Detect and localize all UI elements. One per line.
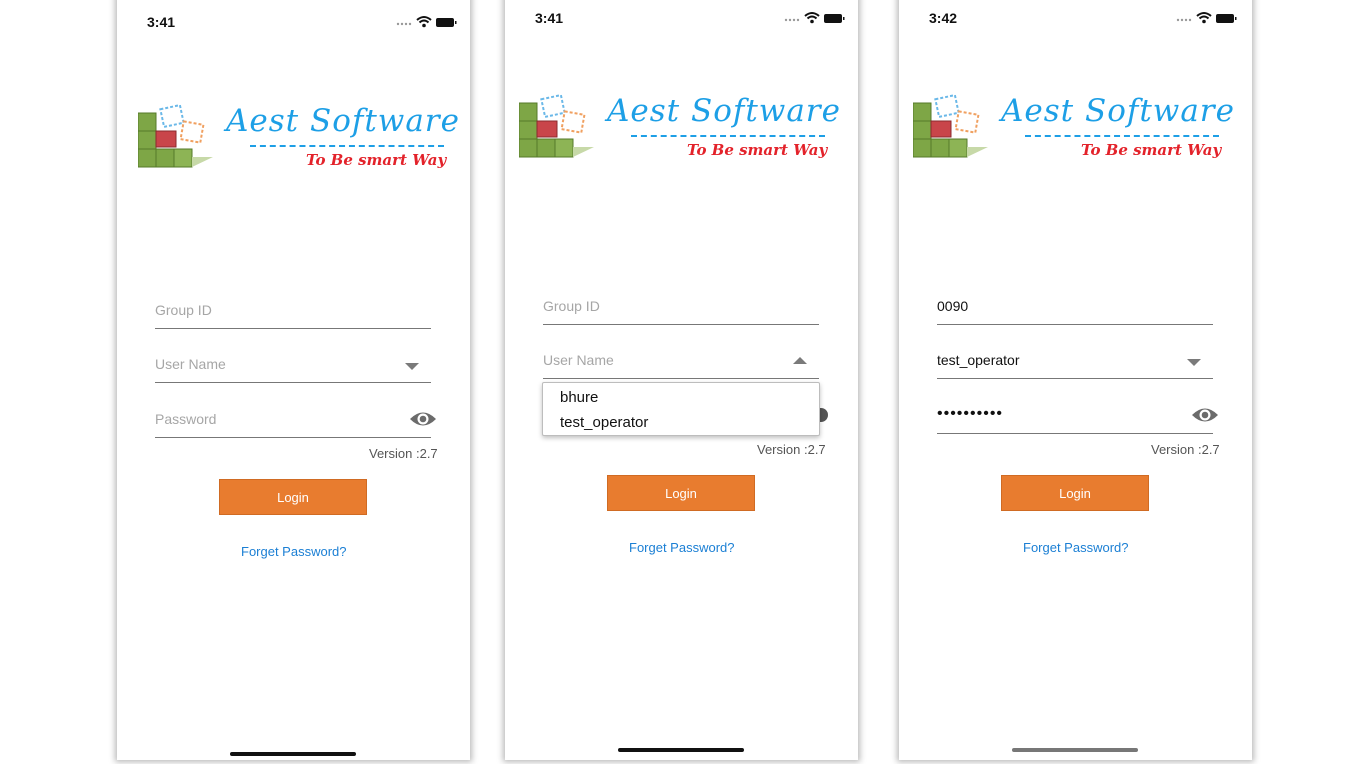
logo-tagline: To Be smart Way: [687, 141, 828, 159]
caret-up-icon[interactable]: [793, 357, 807, 364]
logo-divider: [250, 145, 444, 147]
dropdown-option-test-operator[interactable]: test_operator: [560, 414, 648, 431]
home-indicator[interactable]: [1012, 748, 1138, 752]
forgot-password-link[interactable]: Forget Password?: [629, 540, 735, 555]
eye-icon[interactable]: [1191, 405, 1219, 425]
phone-screen-3: 3:42 Aest Software To Be smart Way 0090 …: [899, 0, 1252, 760]
phone-screen-2: 3:41 Aest Software To Be smart Way Group…: [505, 0, 858, 760]
home-indicator[interactable]: [618, 748, 744, 752]
user-name-dropdown[interactable]: User Name: [155, 348, 431, 383]
group-id-field[interactable]: Group ID: [543, 290, 819, 325]
group-id-placeholder: Group ID: [543, 298, 600, 314]
signal-icon: [784, 18, 800, 22]
group-id-placeholder: Group ID: [155, 302, 212, 318]
login-button[interactable]: Login: [1001, 475, 1149, 511]
logo-tagline: To Be smart Way: [1081, 141, 1222, 159]
status-time: 3:42: [929, 10, 958, 26]
home-indicator[interactable]: [230, 752, 356, 756]
user-name-dropdown[interactable]: User Name: [543, 344, 819, 379]
group-id-value: 0090: [937, 298, 969, 314]
password-placeholder: Password: [155, 411, 217, 427]
login-button[interactable]: Login: [219, 479, 367, 515]
logo-title: Aest Software: [607, 93, 841, 129]
wifi-icon: [1196, 12, 1212, 24]
company-logo: Aest Software To Be smart Way: [138, 101, 459, 181]
phone-screen-1: 3:41 Aest Software To Be smart Way Group…: [117, 0, 470, 760]
forgot-password-link[interactable]: Forget Password?: [241, 544, 347, 559]
dropdown-option-bhure[interactable]: bhure: [560, 389, 598, 406]
status-icons: [784, 12, 845, 24]
logo-title: Aest Software: [226, 103, 460, 139]
version-label: Version :2.7: [757, 442, 826, 457]
caret-down-icon[interactable]: [405, 363, 419, 370]
user-name-placeholder: User Name: [543, 352, 614, 368]
group-id-field[interactable]: 0090: [937, 290, 1213, 325]
forgot-password-link[interactable]: Forget Password?: [1023, 540, 1129, 555]
login-button[interactable]: Login: [607, 475, 755, 511]
user-name-placeholder: User Name: [155, 356, 226, 372]
caret-down-icon[interactable]: [1187, 359, 1201, 366]
signal-icon: [396, 22, 412, 26]
logo-blocks-icon: [913, 93, 988, 158]
wifi-icon: [804, 12, 820, 24]
password-field[interactable]: Password: [155, 403, 436, 438]
company-logo: Aest Software To Be smart Way: [913, 91, 1234, 171]
logo-tagline: To Be smart Way: [306, 151, 447, 169]
logo-blocks-icon: [138, 103, 213, 168]
password-field[interactable]: ••••••••••: [937, 399, 1218, 434]
signal-icon: [1176, 18, 1192, 22]
version-label: Version :2.7: [369, 446, 438, 461]
logo-divider: [1025, 135, 1219, 137]
battery-icon: [1216, 14, 1237, 23]
user-name-value: test_operator: [937, 352, 1020, 368]
password-value: ••••••••••: [937, 405, 1004, 422]
logo-blocks-icon: [519, 93, 594, 158]
battery-icon: [436, 18, 457, 27]
logo-title: Aest Software: [1001, 93, 1235, 129]
version-label: Version :2.7: [1151, 442, 1220, 457]
group-id-field[interactable]: Group ID: [155, 294, 431, 329]
battery-icon: [824, 14, 845, 23]
status-time: 3:41: [535, 10, 564, 26]
status-icons: [396, 16, 457, 28]
eye-icon[interactable]: [409, 409, 437, 429]
wifi-icon: [416, 16, 432, 28]
logo-divider: [631, 135, 825, 137]
user-name-dropdown-menu: bhure test_operator: [542, 382, 820, 436]
status-time: 3:41: [147, 14, 176, 30]
status-icons: [1176, 12, 1237, 24]
company-logo: Aest Software To Be smart Way: [519, 91, 840, 171]
user-name-dropdown[interactable]: test_operator: [937, 344, 1213, 379]
